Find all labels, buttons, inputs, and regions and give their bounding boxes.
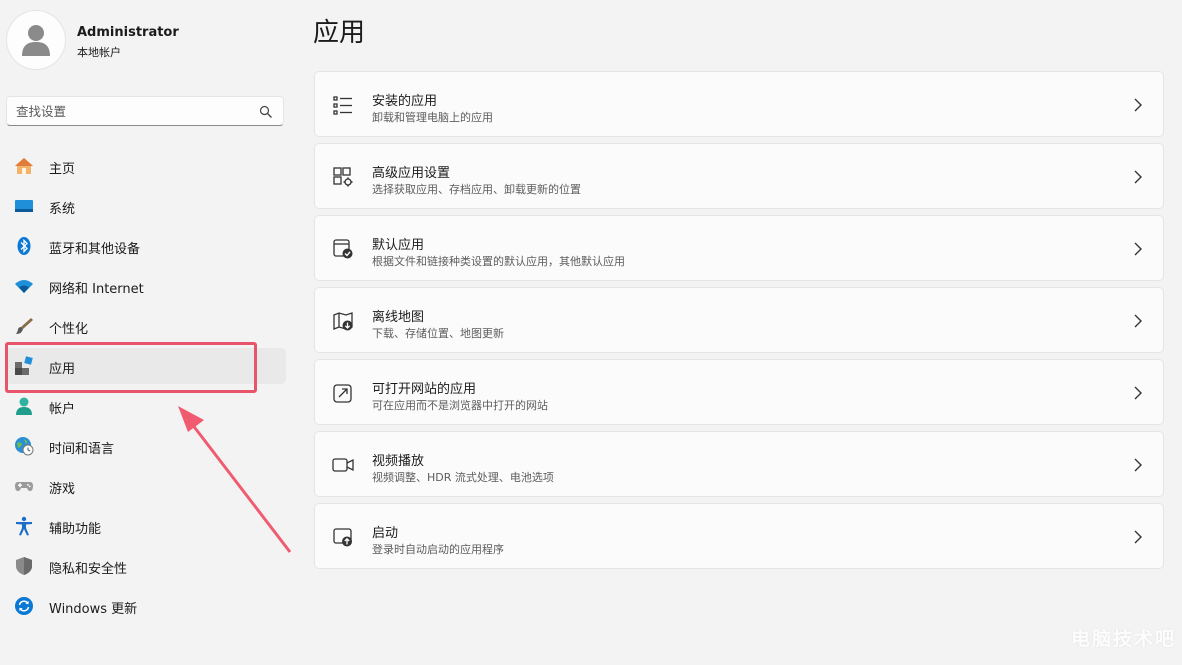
sidebar-item-label: 帐户 — [49, 402, 76, 417]
user-avatar[interactable] — [6, 10, 66, 70]
offline-map-icon — [333, 312, 353, 331]
user-name: Administrator — [77, 25, 179, 40]
card-title: 离线地图 — [372, 310, 425, 325]
card-title: 安装的应用 — [372, 94, 438, 109]
account-icon — [14, 396, 34, 416]
sidebar-item-label: 隐私和安全性 — [49, 562, 128, 577]
system-icon — [14, 196, 34, 216]
sidebar-item-bluetooth[interactable]: 蓝牙和其他设备 — [6, 228, 286, 264]
annotation-arrow-icon — [178, 406, 292, 553]
card-subtitle: 登录时自动启动的应用程序 — [372, 543, 504, 556]
accessibility-icon — [14, 516, 34, 536]
sidebar-item-label: 个性化 — [49, 322, 89, 337]
chevron-right-icon — [1134, 98, 1142, 112]
bluetooth-icon — [14, 236, 34, 256]
card-video-playback[interactable]: 视频播放 视频调整、HDR 流式处理、电池选项 — [314, 431, 1164, 497]
chevron-right-icon — [1134, 386, 1142, 400]
search-box[interactable] — [6, 96, 284, 126]
person-icon — [22, 25, 50, 56]
search-input[interactable] — [16, 102, 252, 120]
home-icon — [14, 156, 34, 176]
card-title: 高级应用设置 — [372, 166, 451, 181]
sidebar-item-label: 应用 — [49, 362, 76, 377]
card-title: 可打开网站的应用 — [372, 382, 477, 397]
search-icon[interactable] — [259, 105, 273, 119]
card-subtitle: 视频调整、HDR 流式处理、电池选项 — [372, 471, 554, 484]
chevron-right-icon — [1134, 314, 1142, 328]
card-startup[interactable]: 启动 登录时自动启动的应用程序 — [314, 503, 1164, 569]
card-default-apps[interactable]: 默认应用 根据文件和链接种类设置的默认应用，其他默认应用 — [314, 215, 1164, 281]
gamepad-icon — [14, 476, 34, 496]
chevron-right-icon — [1134, 242, 1142, 256]
page-title: 应用 — [313, 18, 366, 48]
default-apps-icon — [333, 239, 353, 259]
card-title: 默认应用 — [372, 238, 425, 253]
globe-clock-icon — [14, 436, 34, 456]
card-subtitle: 选择获取应用、存档应用、卸载更新的位置 — [372, 183, 581, 196]
sidebar-item-home[interactable]: 主页 — [6, 148, 286, 184]
startup-icon — [333, 528, 352, 547]
sidebar-item-label: 主页 — [49, 162, 76, 177]
chevron-right-icon — [1134, 458, 1142, 472]
user-account-type: 本地帐户 — [77, 46, 121, 59]
video-icon — [332, 458, 354, 472]
open-link-icon — [333, 384, 352, 403]
sidebar-item-label: 网络和 Internet — [49, 282, 144, 297]
card-subtitle: 下载、存储位置、地图更新 — [372, 327, 504, 340]
watermark: 电脑技术吧 — [1070, 628, 1176, 650]
sidebar-item-label: Windows 更新 — [49, 602, 138, 617]
card-title: 启动 — [372, 526, 399, 541]
sidebar-item-apps[interactable]: 应用 — [6, 348, 286, 384]
sidebar-item-network[interactable]: 网络和 Internet — [6, 268, 286, 304]
card-subtitle: 卸载和管理电脑上的应用 — [372, 111, 493, 124]
app-settings-icon — [333, 167, 353, 187]
list-icon — [333, 96, 352, 115]
card-advanced-app-settings[interactable]: 高级应用设置 选择获取应用、存档应用、卸载更新的位置 — [314, 143, 1164, 209]
sidebar-item-label: 辅助功能 — [49, 522, 102, 537]
sidebar-item-label: 游戏 — [49, 482, 76, 497]
sidebar-item-label: 时间和语言 — [49, 442, 115, 457]
settings-card-list: 安装的应用 卸载和管理电脑上的应用 高级应用设置 选择获取应用、存档应用、卸载更… — [314, 71, 1164, 575]
chevron-right-icon — [1134, 530, 1142, 544]
wifi-icon — [14, 276, 34, 296]
card-apps-for-websites[interactable]: 可打开网站的应用 可在应用而不是浏览器中打开的网站 — [314, 359, 1164, 425]
chevron-right-icon — [1134, 170, 1142, 184]
update-icon — [14, 596, 34, 616]
card-title: 视频播放 — [372, 454, 425, 469]
card-subtitle: 根据文件和链接种类设置的默认应用，其他默认应用 — [372, 255, 625, 268]
sidebar-item-personalization[interactable]: 个性化 — [6, 308, 286, 344]
sidebar-item-windows-update[interactable]: Windows 更新 — [6, 588, 286, 624]
apps-icon — [14, 356, 34, 376]
sidebar-item-label: 蓝牙和其他设备 — [49, 242, 141, 257]
card-offline-maps[interactable]: 离线地图 下载、存储位置、地图更新 — [314, 287, 1164, 353]
card-subtitle: 可在应用而不是浏览器中打开的网站 — [372, 399, 548, 412]
sidebar-item-label: 系统 — [49, 202, 76, 217]
brush-icon — [14, 316, 34, 336]
shield-icon — [14, 556, 34, 576]
sidebar-item-system[interactable]: 系统 — [6, 188, 286, 224]
card-installed-apps[interactable]: 安装的应用 卸载和管理电脑上的应用 — [314, 71, 1164, 137]
